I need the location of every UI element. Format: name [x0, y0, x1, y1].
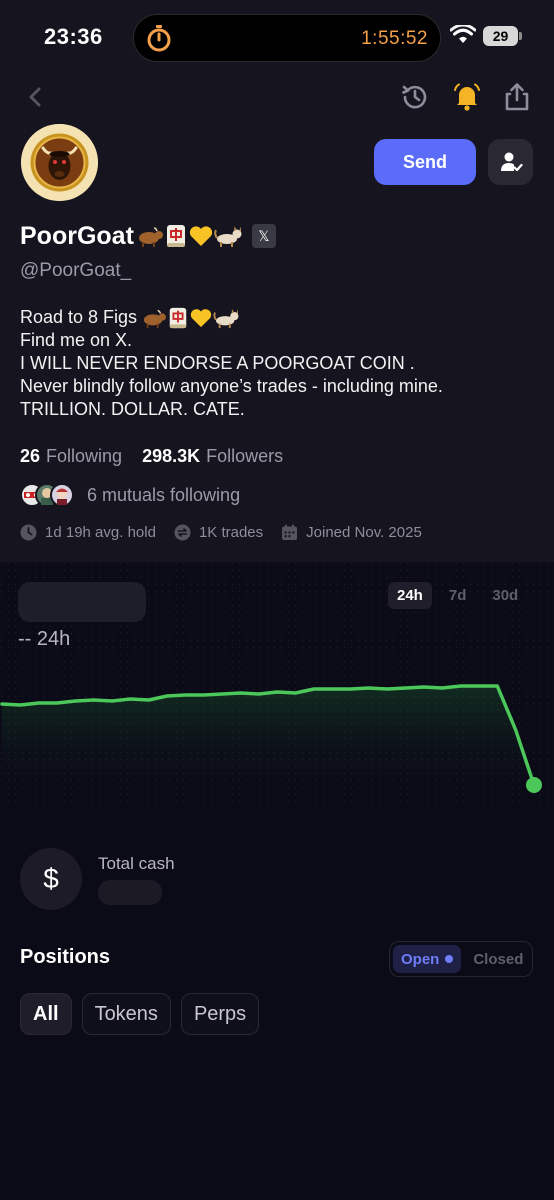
dynamic-island: 1:55:52: [133, 14, 441, 62]
following-count: 26: [20, 446, 41, 466]
yellow-heart-emoji-icon: [190, 308, 212, 327]
toggle-closed[interactable]: Closed: [465, 945, 531, 973]
followers-label: Followers: [206, 446, 284, 466]
back-chevron-icon[interactable]: [24, 84, 48, 110]
mahjong-emoji-icon: [166, 225, 185, 247]
x-badge-icon[interactable]: 𝕏: [251, 224, 276, 248]
mutual-avatar: [50, 483, 74, 507]
position-filters: All Tokens Perps: [20, 993, 269, 1035]
avg-hold: 1d 19h avg. hold: [20, 524, 156, 541]
toggle-open[interactable]: Open: [393, 945, 462, 973]
name-emojis: [136, 224, 244, 248]
swap-icon: [174, 524, 191, 541]
following-label: Following: [46, 446, 123, 466]
followers-count: 298.3K: [142, 446, 201, 466]
filter-tokens[interactable]: Tokens: [81, 993, 171, 1035]
bell-icon[interactable]: [452, 82, 482, 112]
chart-end-point: [526, 777, 542, 793]
range-tabs: 24h 7d 30d: [388, 582, 535, 609]
pnl-chart-card: 24h 7d 30d -- 24h: [0, 562, 554, 802]
bio-line: TRILLION. DOLLAR. CATE.: [20, 399, 245, 419]
trade-count: 1K trades: [174, 524, 263, 541]
active-dot-icon: [445, 955, 454, 963]
history-icon[interactable]: [400, 82, 430, 112]
bio-line: Never blindly follow anyone’s trades - i…: [20, 376, 443, 396]
profile-meta: 1d 19h avg. hold 1K trades Joined Nov. 2…: [20, 524, 440, 541]
timer-readout: 1:55:52: [361, 28, 428, 49]
cat-emoji-icon: [214, 226, 242, 247]
profile-handle: @PoorGoat_: [20, 260, 132, 281]
filter-perps[interactable]: Perps: [180, 993, 260, 1035]
joined-date: Joined Nov. 2025: [281, 524, 422, 541]
range-tab-24h[interactable]: 24h: [388, 582, 432, 609]
total-cash-hidden: [98, 880, 162, 905]
mutuals-text: 6 mutuals following: [87, 484, 241, 505]
mutuals-row[interactable]: 6 mutuals following: [20, 481, 240, 509]
clock-icon: [20, 524, 37, 541]
range-tab-7d[interactable]: 7d: [440, 582, 476, 609]
following-link[interactable]: 26 Following: [20, 446, 122, 467]
follow-user-button[interactable]: [488, 139, 533, 185]
send-button[interactable]: Send: [374, 139, 476, 185]
ox-emoji-icon: [138, 227, 163, 247]
pnl-label: -- 24h: [18, 628, 71, 650]
bio-line: I WILL NEVER ENDORSE A POORGOAT COIN .: [20, 353, 415, 373]
timer-icon: [147, 25, 171, 52]
total-cash-label: Total cash: [98, 854, 175, 873]
profile-bio: Road to 8 Figs Find me on X. I WILL NEVE…: [20, 306, 443, 421]
ox-emoji-icon: [143, 309, 166, 328]
user-check-icon: [500, 152, 523, 172]
avatar: [21, 124, 98, 201]
chart-area: [2, 686, 534, 802]
range-tab-30d[interactable]: 30d: [483, 582, 527, 609]
portfolio-section: $ Total cash Positions Open Closed All T…: [0, 802, 554, 1200]
bio-line: Find me on X.: [20, 330, 133, 350]
dollar-icon: $: [20, 848, 82, 910]
profile-header: 23:36 1:55:52 29 Send PoorGoat 𝕏 @PoorGo…: [0, 0, 554, 562]
open-closed-toggle: Open Closed: [389, 941, 533, 977]
pnl-value-hidden: [18, 582, 146, 622]
share-icon[interactable]: [502, 82, 532, 112]
follow-counts: 26 Following 298.3K Followers: [20, 446, 283, 467]
bio-line: Road to 8 Figs: [20, 306, 443, 329]
positions-title: Positions: [20, 946, 111, 968]
name-row: PoorGoat 𝕏: [20, 220, 276, 252]
battery-icon: 29: [483, 26, 523, 46]
wifi-icon: [450, 25, 476, 43]
mahjong-emoji-icon: [169, 307, 187, 328]
calendar-icon: [282, 524, 298, 540]
battery-level: 29: [483, 26, 518, 46]
cat-emoji-icon: [213, 308, 239, 328]
display-name: PoorGoat: [20, 221, 134, 250]
followers-link[interactable]: 298.3K Followers: [142, 446, 283, 467]
yellow-heart-emoji-icon: [189, 226, 213, 246]
filter-all[interactable]: All: [20, 993, 72, 1035]
status-time: 23:36: [44, 24, 103, 49]
